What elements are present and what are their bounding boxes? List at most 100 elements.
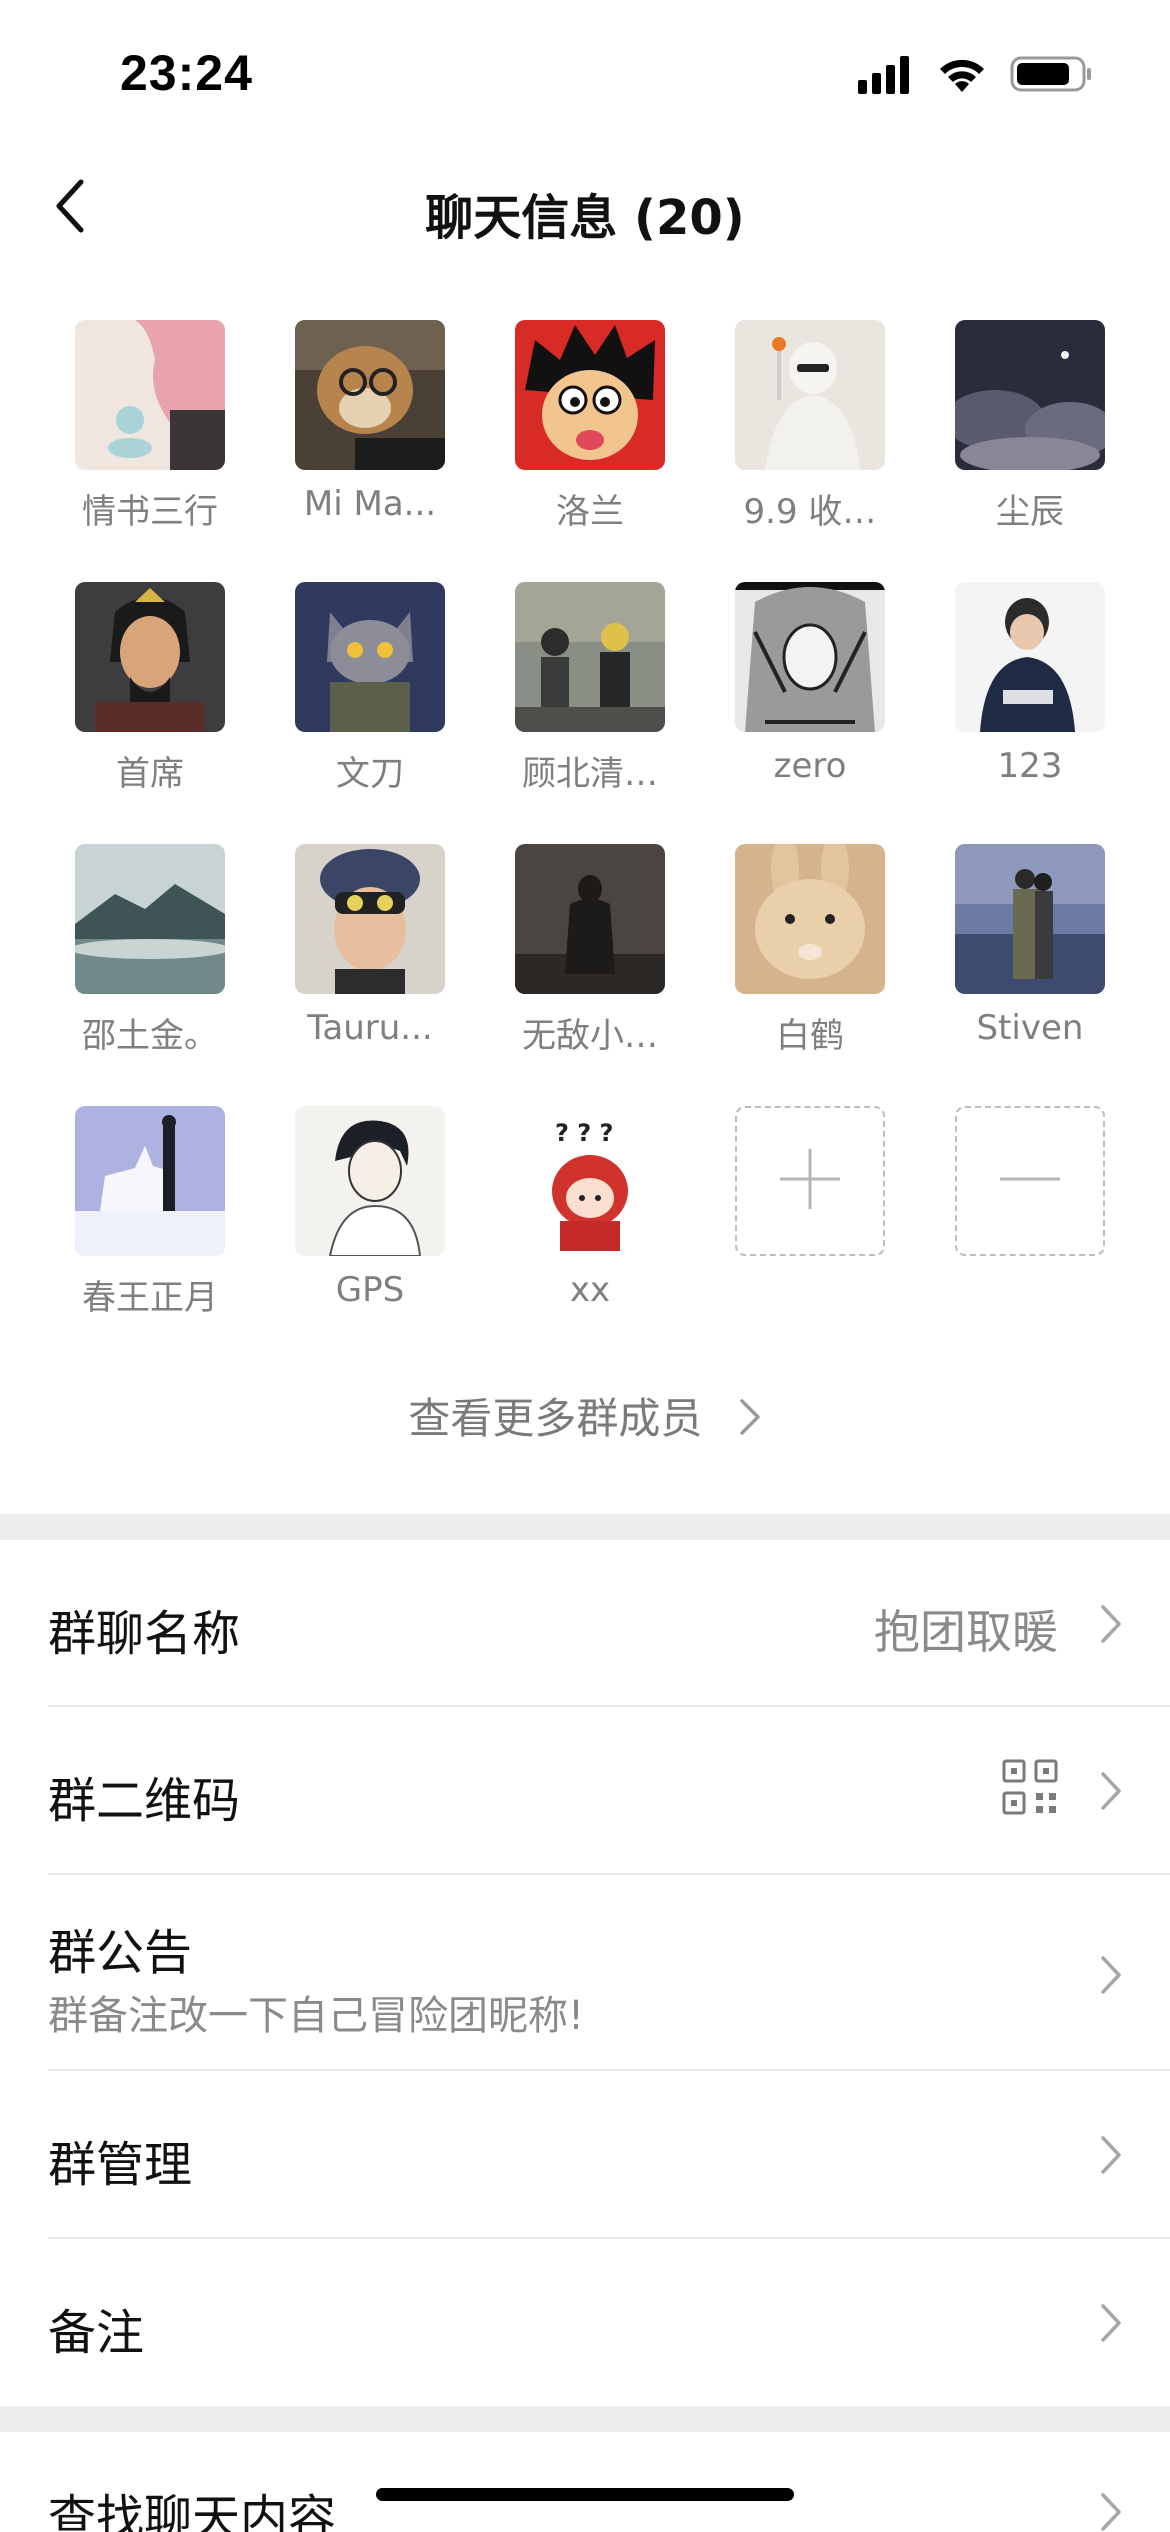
battery-icon xyxy=(1010,54,1094,98)
member-name: 邵土金。 xyxy=(82,1016,218,1056)
chevron-right-icon xyxy=(1101,2136,1121,2174)
member-row: 邵土金。 Tauru... 无敌小… 白鹤 Stiven xyxy=(40,844,1140,1106)
remark-row[interactable]: 备注 xyxy=(0,2239,1170,2405)
group-announcement-preview: 群备注改一下自己冒险团昵称! xyxy=(48,1993,585,2039)
search-chat-row[interactable]: 查找聊天内容 xyxy=(0,2432,1170,2532)
member-item[interactable]: Tauru... xyxy=(260,844,480,1106)
member-item[interactable]: 首席 xyxy=(40,582,260,844)
member-name: xx xyxy=(569,1270,611,1310)
chevron-right-icon xyxy=(1101,1772,1121,1810)
add-member-tile[interactable] xyxy=(735,1106,885,1256)
group-announcement-label: 群公告 xyxy=(48,1925,193,1981)
member-name: 无敌小… xyxy=(522,1016,658,1056)
page-title: 聊天信息 (20) xyxy=(425,190,745,246)
member-row: 春王正月 GPS ? ? ? xx xyxy=(40,1106,1140,1368)
avatar xyxy=(75,1106,225,1256)
group-name-label: 群聊名称 xyxy=(48,1606,241,1662)
member-row: 情书三行 Mi Ma... 洛兰 9.9 收… 尘辰 xyxy=(40,320,1140,582)
member-name: Tauru... xyxy=(307,1008,433,1048)
member-name: 尘辰 xyxy=(996,492,1064,532)
home-indicator xyxy=(376,2488,794,2501)
member-grid: 情书三行 Mi Ma... 洛兰 9.9 收… 尘辰 首席 文刀 顾北清… ze… xyxy=(40,320,1140,1368)
avatar xyxy=(735,320,885,470)
member-name: 顾北清… xyxy=(522,754,658,794)
avatar xyxy=(75,320,225,470)
avatar xyxy=(295,844,445,994)
member-name: 情书三行 xyxy=(82,492,218,532)
member-item[interactable]: 123 xyxy=(920,582,1140,844)
member-item[interactable]: 尘辰 xyxy=(920,320,1140,582)
plus-icon xyxy=(778,1147,842,1215)
member-name: zero xyxy=(773,746,847,786)
member-name: 9.9 收… xyxy=(743,492,877,532)
group-qr-code-label: 群二维码 xyxy=(48,1773,241,1829)
avatar xyxy=(295,582,445,732)
section-divider xyxy=(0,1514,1170,1540)
avatar xyxy=(295,320,445,470)
member-item[interactable]: 无敌小… xyxy=(480,844,700,1106)
member-item[interactable]: 9.9 收… xyxy=(700,320,920,582)
member-item[interactable]: 顾北清… xyxy=(480,582,700,844)
nav-bar: 聊天信息 (20) xyxy=(0,160,1170,256)
member-item[interactable]: 文刀 xyxy=(260,582,480,844)
avatar xyxy=(75,844,225,994)
group-qr-code-row[interactable]: 群二维码 xyxy=(0,1707,1170,1873)
group-manage-label: 群管理 xyxy=(48,2137,193,2193)
section-divider xyxy=(0,2406,1170,2432)
avatar xyxy=(955,320,1105,470)
member-item[interactable]: Mi Ma... xyxy=(260,320,480,582)
member-name: 春王正月 xyxy=(82,1278,218,1318)
avatar xyxy=(735,582,885,732)
add-member-button[interactable] xyxy=(700,1106,920,1368)
chevron-right-icon xyxy=(738,1397,762,1447)
member-item[interactable]: 白鹤 xyxy=(700,844,920,1106)
member-item[interactable]: 洛兰 xyxy=(480,320,700,582)
member-name: Mi Ma... xyxy=(303,484,437,524)
remove-member-button[interactable] xyxy=(920,1106,1140,1368)
avatar xyxy=(515,320,665,470)
wifi-icon xyxy=(936,54,988,98)
view-more-members-label: 查看更多群成员 xyxy=(408,1394,703,1443)
group-name-row[interactable]: 群聊名称 抱团取暖 xyxy=(0,1540,1170,1706)
remove-member-tile[interactable] xyxy=(955,1106,1105,1256)
avatar xyxy=(515,844,665,994)
avatar: ? ? ? xyxy=(515,1106,665,1256)
member-name: GPS xyxy=(335,1270,405,1310)
remark-label: 备注 xyxy=(48,2305,145,2361)
signal-icon xyxy=(858,54,914,98)
group-name-value: 抱团取暖 xyxy=(874,1605,1058,1659)
member-row: 首席 文刀 顾北清… zero 123 xyxy=(40,582,1140,844)
minus-icon xyxy=(998,1147,1062,1215)
member-item[interactable]: zero xyxy=(700,582,920,844)
member-name: 123 xyxy=(997,746,1063,786)
member-name: 洛兰 xyxy=(556,492,624,532)
avatar xyxy=(75,582,225,732)
member-item[interactable]: 情书三行 xyxy=(40,320,260,582)
group-manage-row[interactable]: 群管理 xyxy=(0,2071,1170,2237)
chevron-right-icon xyxy=(1101,2493,1121,2531)
search-chat-label: 查找聊天内容 xyxy=(48,2490,337,2532)
member-item[interactable]: Stiven xyxy=(920,844,1140,1106)
avatar xyxy=(955,582,1105,732)
member-item[interactable]: ? ? ? xx xyxy=(480,1106,700,1368)
chevron-right-icon xyxy=(1101,2304,1121,2342)
avatar xyxy=(515,582,665,732)
status-bar: 23:24 xyxy=(0,0,1170,150)
member-name: 首席 xyxy=(116,754,184,794)
member-name: Stiven xyxy=(976,1008,1084,1048)
group-announcement-row[interactable]: 群公告 群备注改一下自己冒险团昵称! xyxy=(0,1875,1170,2071)
member-name: 文刀 xyxy=(336,754,404,794)
avatar xyxy=(955,844,1105,994)
svg-text:? ? ?: ? ? ? xyxy=(555,1119,613,1147)
status-time: 23:24 xyxy=(120,45,253,101)
member-item[interactable]: GPS xyxy=(260,1106,480,1368)
member-item[interactable]: 邵土金。 xyxy=(40,844,260,1106)
member-name: 白鹤 xyxy=(776,1016,844,1056)
chevron-right-icon xyxy=(1101,1956,1121,1994)
qr-code-icon xyxy=(1002,1759,1058,1819)
member-item[interactable]: 春王正月 xyxy=(40,1106,260,1368)
view-more-members-link[interactable]: 查看更多群成员 xyxy=(0,1385,1170,1447)
status-icons xyxy=(858,52,1094,100)
avatar xyxy=(735,844,885,994)
chevron-right-icon xyxy=(1101,1605,1121,1643)
